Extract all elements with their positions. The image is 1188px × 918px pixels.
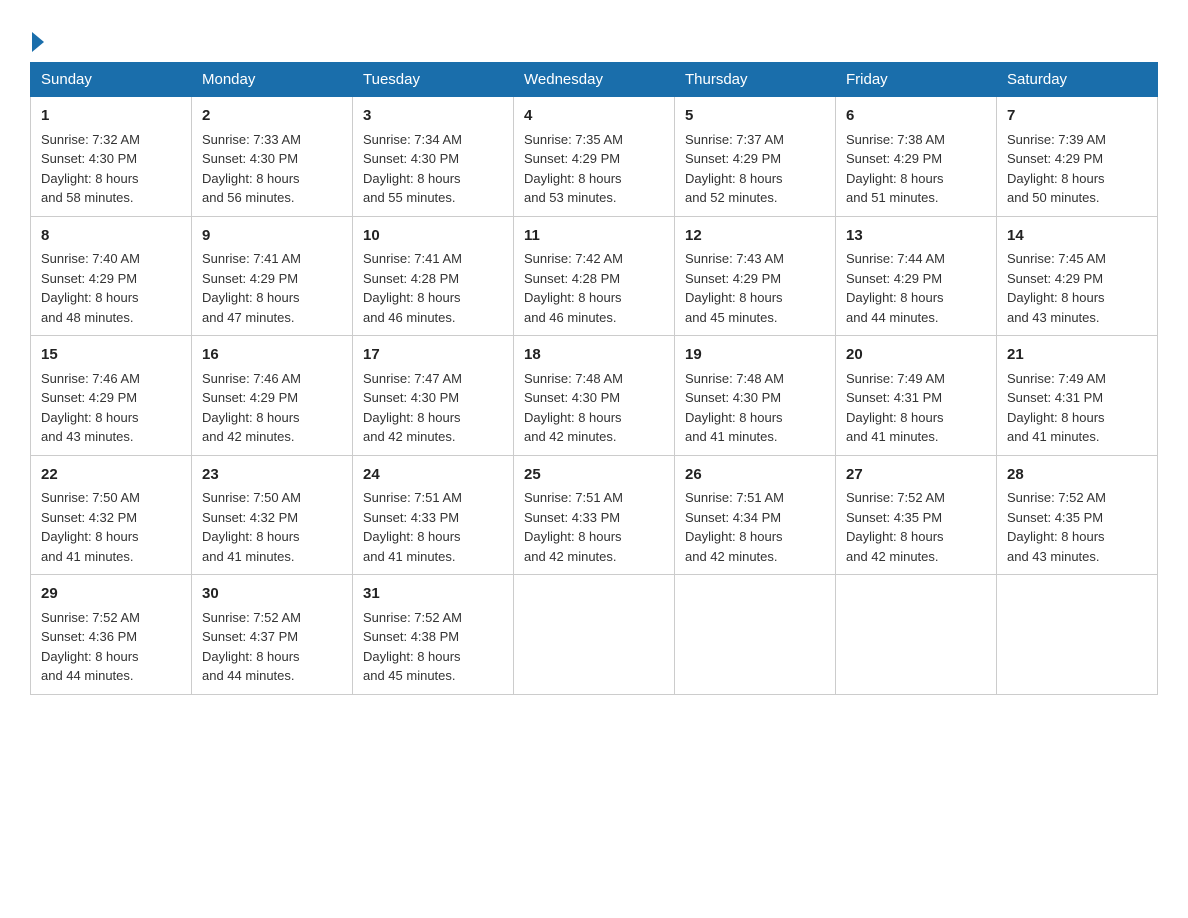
- calendar-week-row: 15Sunrise: 7:46 AMSunset: 4:29 PMDayligh…: [31, 336, 1158, 456]
- calendar-cell: 11Sunrise: 7:42 AMSunset: 4:28 PMDayligh…: [514, 216, 675, 336]
- calendar-cell: 15Sunrise: 7:46 AMSunset: 4:29 PMDayligh…: [31, 336, 192, 456]
- weekday-header-monday: Monday: [192, 63, 353, 97]
- calendar-cell: 7Sunrise: 7:39 AMSunset: 4:29 PMDaylight…: [997, 97, 1158, 217]
- day-number: 21: [1007, 344, 1147, 367]
- calendar-cell: 21Sunrise: 7:49 AMSunset: 4:31 PMDayligh…: [997, 336, 1158, 456]
- day-number: 29: [41, 583, 181, 606]
- calendar-cell: 14Sunrise: 7:45 AMSunset: 4:29 PMDayligh…: [997, 216, 1158, 336]
- calendar-cell: 6Sunrise: 7:38 AMSunset: 4:29 PMDaylight…: [836, 97, 997, 217]
- day-number: 28: [1007, 464, 1147, 487]
- calendar-cell: 17Sunrise: 7:47 AMSunset: 4:30 PMDayligh…: [353, 336, 514, 456]
- calendar-cell: 10Sunrise: 7:41 AMSunset: 4:28 PMDayligh…: [353, 216, 514, 336]
- day-number: 7: [1007, 105, 1147, 128]
- calendar-week-row: 1Sunrise: 7:32 AMSunset: 4:30 PMDaylight…: [31, 97, 1158, 217]
- calendar-cell: 22Sunrise: 7:50 AMSunset: 4:32 PMDayligh…: [31, 455, 192, 575]
- day-number: 1: [41, 105, 181, 128]
- calendar-cell: 27Sunrise: 7:52 AMSunset: 4:35 PMDayligh…: [836, 455, 997, 575]
- calendar-cell: 12Sunrise: 7:43 AMSunset: 4:29 PMDayligh…: [675, 216, 836, 336]
- weekday-header-friday: Friday: [836, 63, 997, 97]
- day-number: 9: [202, 225, 342, 248]
- calendar-cell: 2Sunrise: 7:33 AMSunset: 4:30 PMDaylight…: [192, 97, 353, 217]
- calendar-week-row: 8Sunrise: 7:40 AMSunset: 4:29 PMDaylight…: [31, 216, 1158, 336]
- calendar-cell: [514, 575, 675, 695]
- calendar-cell: 13Sunrise: 7:44 AMSunset: 4:29 PMDayligh…: [836, 216, 997, 336]
- calendar-week-row: 29Sunrise: 7:52 AMSunset: 4:36 PMDayligh…: [31, 575, 1158, 695]
- day-number: 27: [846, 464, 986, 487]
- calendar-table: SundayMondayTuesdayWednesdayThursdayFrid…: [30, 62, 1158, 695]
- logo-arrow-icon: [32, 32, 44, 52]
- day-number: 20: [846, 344, 986, 367]
- weekday-header-sunday: Sunday: [31, 63, 192, 97]
- calendar-cell: 25Sunrise: 7:51 AMSunset: 4:33 PMDayligh…: [514, 455, 675, 575]
- weekday-header-row: SundayMondayTuesdayWednesdayThursdayFrid…: [31, 63, 1158, 97]
- calendar-cell: [997, 575, 1158, 695]
- day-number: 14: [1007, 225, 1147, 248]
- day-number: 12: [685, 225, 825, 248]
- calendar-cell: 24Sunrise: 7:51 AMSunset: 4:33 PMDayligh…: [353, 455, 514, 575]
- logo: [30, 28, 44, 52]
- calendar-cell: 23Sunrise: 7:50 AMSunset: 4:32 PMDayligh…: [192, 455, 353, 575]
- weekday-header-thursday: Thursday: [675, 63, 836, 97]
- calendar-cell: 5Sunrise: 7:37 AMSunset: 4:29 PMDaylight…: [675, 97, 836, 217]
- calendar-cell: 1Sunrise: 7:32 AMSunset: 4:30 PMDaylight…: [31, 97, 192, 217]
- day-number: 23: [202, 464, 342, 487]
- calendar-cell: 3Sunrise: 7:34 AMSunset: 4:30 PMDaylight…: [353, 97, 514, 217]
- calendar-cell: 8Sunrise: 7:40 AMSunset: 4:29 PMDaylight…: [31, 216, 192, 336]
- calendar-cell: 30Sunrise: 7:52 AMSunset: 4:37 PMDayligh…: [192, 575, 353, 695]
- weekday-header-wednesday: Wednesday: [514, 63, 675, 97]
- calendar-cell: [836, 575, 997, 695]
- day-number: 2: [202, 105, 342, 128]
- calendar-cell: 20Sunrise: 7:49 AMSunset: 4:31 PMDayligh…: [836, 336, 997, 456]
- day-number: 8: [41, 225, 181, 248]
- day-number: 10: [363, 225, 503, 248]
- day-number: 3: [363, 105, 503, 128]
- day-number: 13: [846, 225, 986, 248]
- calendar-cell: 31Sunrise: 7:52 AMSunset: 4:38 PMDayligh…: [353, 575, 514, 695]
- page-header: [30, 24, 1158, 52]
- calendar-cell: 19Sunrise: 7:48 AMSunset: 4:30 PMDayligh…: [675, 336, 836, 456]
- day-number: 4: [524, 105, 664, 128]
- day-number: 25: [524, 464, 664, 487]
- day-number: 16: [202, 344, 342, 367]
- day-number: 24: [363, 464, 503, 487]
- day-number: 18: [524, 344, 664, 367]
- calendar-cell: 16Sunrise: 7:46 AMSunset: 4:29 PMDayligh…: [192, 336, 353, 456]
- calendar-cell: 4Sunrise: 7:35 AMSunset: 4:29 PMDaylight…: [514, 97, 675, 217]
- calendar-cell: 18Sunrise: 7:48 AMSunset: 4:30 PMDayligh…: [514, 336, 675, 456]
- calendar-week-row: 22Sunrise: 7:50 AMSunset: 4:32 PMDayligh…: [31, 455, 1158, 575]
- calendar-cell: 9Sunrise: 7:41 AMSunset: 4:29 PMDaylight…: [192, 216, 353, 336]
- day-number: 22: [41, 464, 181, 487]
- calendar-cell: 29Sunrise: 7:52 AMSunset: 4:36 PMDayligh…: [31, 575, 192, 695]
- calendar-cell: [675, 575, 836, 695]
- day-number: 31: [363, 583, 503, 606]
- day-number: 5: [685, 105, 825, 128]
- day-number: 17: [363, 344, 503, 367]
- calendar-cell: 28Sunrise: 7:52 AMSunset: 4:35 PMDayligh…: [997, 455, 1158, 575]
- day-number: 19: [685, 344, 825, 367]
- day-number: 15: [41, 344, 181, 367]
- weekday-header-saturday: Saturday: [997, 63, 1158, 97]
- calendar-cell: 26Sunrise: 7:51 AMSunset: 4:34 PMDayligh…: [675, 455, 836, 575]
- day-number: 11: [524, 225, 664, 248]
- day-number: 26: [685, 464, 825, 487]
- weekday-header-tuesday: Tuesday: [353, 63, 514, 97]
- day-number: 30: [202, 583, 342, 606]
- day-number: 6: [846, 105, 986, 128]
